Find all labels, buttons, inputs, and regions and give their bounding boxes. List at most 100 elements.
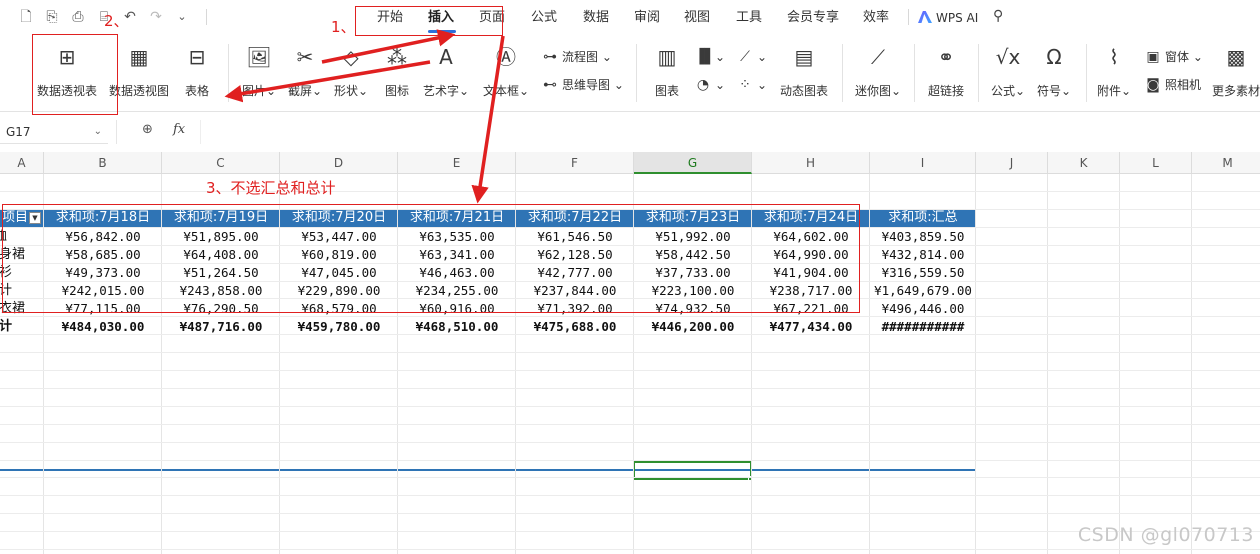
file-icon[interactable]: 🗋 (16, 7, 36, 27)
column-header-h[interactable]: H (752, 152, 870, 174)
shape-button[interactable]: ◇ 形状⌄ (330, 44, 372, 99)
formula-input[interactable] (200, 120, 1260, 144)
search-icon[interactable]: ⚲ (993, 8, 1011, 26)
column-header-m[interactable]: M (1192, 152, 1260, 174)
window-button[interactable]: ▣ 窗体 ⌄ (1144, 47, 1203, 67)
grid-vline (1191, 174, 1192, 554)
textbox-label: 文本框⌄ (482, 84, 530, 98)
column-header-g[interactable]: G (634, 152, 752, 174)
redo-icon[interactable]: ↷ (146, 7, 166, 27)
divider (914, 44, 915, 102)
materials-icon: ▩ (1226, 45, 1246, 69)
hyperlink-button[interactable]: ⚭ 超链接 (924, 44, 968, 99)
camera-button[interactable]: ◙ 照相机 (1144, 75, 1201, 95)
name-box[interactable]: G17 ⌄ (0, 120, 108, 144)
tab-tools[interactable]: 工具 (736, 8, 762, 28)
formula-bar: G17 ⌄ ⊕ fx (0, 118, 1260, 144)
omega-icon: Ω (1046, 45, 1062, 69)
wps-ai-button[interactable]: WPS AI (918, 8, 978, 28)
dynamic-chart-button[interactable]: ▤ 动态图表 (778, 44, 830, 99)
divider (206, 9, 207, 25)
pivot-total-cell[interactable]: ¥487,716.00 (162, 318, 280, 336)
column-header-e[interactable]: E (398, 152, 516, 174)
symbol-label: 符号⌄ (1036, 84, 1072, 98)
picture-icon: 🖼 (246, 45, 272, 69)
wordart-button[interactable]: A 艺术字⌄ (420, 44, 472, 99)
pivot-total-cell[interactable]: ¥468,510.00 (398, 318, 516, 336)
icon-label: 图标 (384, 84, 409, 98)
textbox-button[interactable]: Ⓐ 文本框⌄ (480, 44, 532, 99)
column-header-k[interactable]: K (1048, 152, 1120, 174)
grid-hline (0, 477, 1260, 478)
pivot-total-cell[interactable]: ¥446,200.00 (634, 318, 752, 336)
total-row-border (0, 469, 976, 471)
chart-button[interactable]: ▥ 图表 (648, 44, 686, 99)
annotation-box-selection (2, 204, 860, 313)
watermark: CSDN @gl070713 (1077, 524, 1254, 546)
tab-data[interactable]: 数据 (583, 8, 609, 28)
grid-hline (0, 531, 1260, 532)
mindmap-icon: ⊷ (543, 77, 557, 93)
scatter-chart-dropdown[interactable]: ⁘ ⌄ (736, 75, 767, 95)
pivot-total-cell[interactable]: ¥484,030.00 (44, 318, 162, 336)
flowchart-button[interactable]: ⊶ 流程图 ⌄ (541, 47, 612, 67)
table-label: 表格 (184, 84, 209, 98)
sparkline-button[interactable]: ⟋ 迷你图⌄ (852, 44, 904, 99)
pivot-total-cell[interactable]: ¥459,780.00 (280, 318, 398, 336)
formula-label: 公式⌄ (990, 84, 1026, 98)
divider (842, 44, 843, 102)
pie-chart-dropdown[interactable]: ◔ ⌄ (694, 75, 725, 95)
mindmap-button[interactable]: ⊷ 思维导图 ⌄ (541, 75, 624, 95)
grid-hline (0, 424, 1260, 425)
fx-icon[interactable]: fx (173, 122, 185, 137)
tab-view[interactable]: 视图 (684, 8, 710, 28)
divider (228, 44, 229, 102)
annotation-step2: 2、 (104, 12, 129, 30)
pivot-total-cell[interactable]: ¥475,688.00 (516, 318, 634, 336)
picture-button[interactable]: 🖼 图片⌄ (238, 44, 280, 99)
attachment-button[interactable]: ⌇ 附件⌄ (1094, 44, 1134, 99)
textbox-icon: Ⓐ (496, 45, 516, 69)
column-header-d[interactable]: D (280, 152, 398, 174)
sparkline-label: 迷你图⌄ (854, 84, 902, 98)
more-materials-button[interactable]: ▩ 更多素材 (1212, 44, 1260, 99)
pivot-value-cell[interactable]: ¥496,446.00 (870, 300, 976, 318)
tab-formula[interactable]: 公式 (531, 8, 557, 28)
column-header-a[interactable]: A (0, 152, 44, 174)
column-header-l[interactable]: L (1120, 152, 1192, 174)
attachment-label: 附件⌄ (1096, 84, 1132, 98)
sqrt-icon: √x (995, 45, 1021, 69)
pivot-total-cell[interactable]: ########### (870, 318, 976, 336)
icon-button[interactable]: ⁂ 图标 (378, 44, 416, 99)
grid-hline (0, 442, 1260, 443)
zoom-icon[interactable]: ⊕ (142, 122, 153, 137)
more-materials-label: 更多素材 (1212, 84, 1260, 98)
table-button[interactable]: ⊟ 表格 (178, 44, 216, 99)
save-icon[interactable]: ⎘ (42, 7, 62, 27)
pivot-value-cell[interactable]: ¥432,814.00 (870, 246, 976, 264)
chevron-down-icon[interactable]: ⌄ (172, 7, 192, 27)
tab-member[interactable]: 会员专享 (787, 8, 839, 28)
formula-button[interactable]: √x 公式⌄ (988, 44, 1028, 99)
column-header-i[interactable]: I (870, 152, 976, 174)
line-chart-dropdown[interactable]: ⟋ ⌄ (736, 47, 767, 67)
pivot-value-cell[interactable]: ¥403,859.50 (870, 228, 976, 246)
annotation-box-pivot (32, 34, 118, 115)
column-header-j[interactable]: J (976, 152, 1048, 174)
tab-efficiency[interactable]: 效率 (863, 8, 889, 28)
column-chart-dropdown[interactable]: ▐▌⌄ (694, 47, 725, 67)
column-header-c[interactable]: C (162, 152, 280, 174)
pivot-value-cell[interactable]: ¥1,649,679.00 (870, 282, 976, 300)
pivot-column-header: 求和项:汇总 (888, 210, 958, 225)
screenshot-button[interactable]: ✂ 截屏⌄ (284, 44, 326, 99)
pivot-total-label[interactable]: 总计 (0, 318, 44, 336)
pivot-total-cell[interactable]: ¥477,434.00 (752, 318, 870, 336)
column-header-b[interactable]: B (44, 152, 162, 174)
picture-label: 图片⌄ (241, 84, 277, 98)
tab-review[interactable]: 审阅 (634, 8, 660, 28)
pivot-value-cell[interactable]: ¥316,559.50 (870, 264, 976, 282)
symbol-button[interactable]: Ω 符号⌄ (1034, 44, 1074, 99)
print-icon[interactable]: ⎙ (68, 7, 88, 27)
column-header-f[interactable]: F (516, 152, 634, 174)
window-icon: ▣ (1146, 49, 1160, 65)
